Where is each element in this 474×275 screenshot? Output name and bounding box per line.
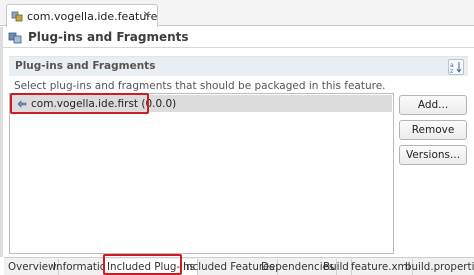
editor-tab-strip: com.vogella.ide.feature ✕ — [0, 0, 474, 27]
list-item[interactable]: com.vogella.ide.first (0.0.0) — [11, 95, 392, 112]
editor-tab-label: com.vogella.ide.feature — [27, 9, 158, 23]
sort-alphabetically-icon[interactable]: a z — [448, 59, 464, 75]
plugins-fragments-icon — [8, 30, 22, 44]
list-item-label: com.vogella.ide.first (0.0.0) — [31, 97, 177, 110]
form-header: Plug-ins and Fragments — [8, 28, 189, 46]
versions-button[interactable]: Versions... — [399, 145, 467, 165]
editor-left-border — [0, 27, 3, 257]
section-description: Select plug-ins and fragments that shoul… — [14, 80, 386, 92]
tab-build-properties[interactable]: build.properties — [403, 259, 474, 275]
plugin-icon — [17, 99, 27, 109]
close-icon[interactable]: ✕ — [143, 10, 151, 21]
section-header: Plug-ins and Fragments a z — [9, 56, 468, 76]
page-title: Plug-ins and Fragments — [28, 30, 189, 44]
svg-text:z: z — [450, 68, 453, 74]
feature-icon — [11, 10, 23, 22]
editor-page-tabs: Overview Information Included Plug-ins I… — [4, 257, 474, 275]
add-button[interactable]: Add... — [399, 95, 467, 115]
section-title: Plug-ins and Fragments — [15, 60, 156, 72]
remove-button[interactable]: Remove — [399, 120, 467, 140]
editor-tab-feature[interactable]: com.vogella.ide.feature ✕ — [6, 4, 158, 27]
plugin-list[interactable]: com.vogella.ide.first (0.0.0) — [9, 93, 394, 254]
header-divider — [3, 47, 474, 48]
tab-build[interactable]: Build — [321, 259, 352, 275]
